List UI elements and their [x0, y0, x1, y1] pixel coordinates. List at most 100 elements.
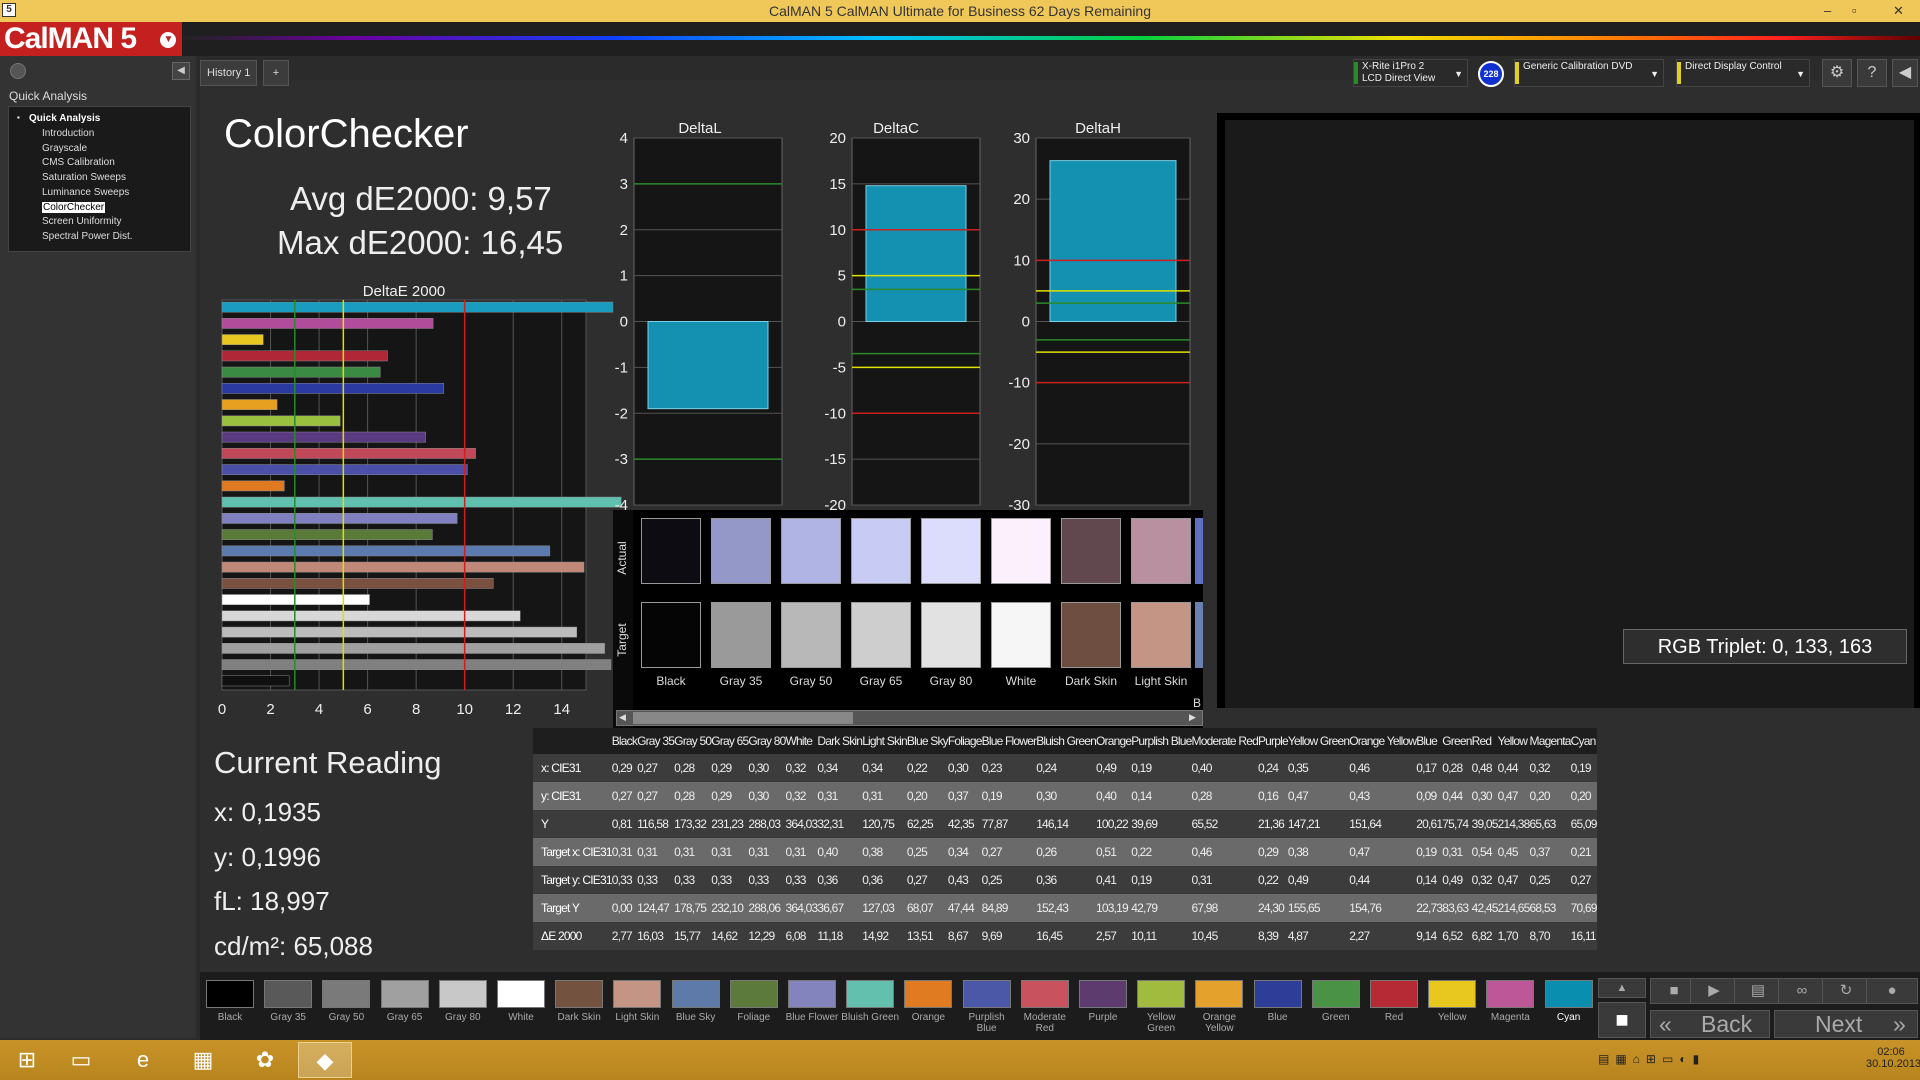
gamut-chart-area [1225, 120, 1914, 708]
target-patch[interactable] [711, 602, 771, 668]
actual-patch[interactable] [1061, 518, 1121, 584]
stop-measure-button[interactable]: ■ [1598, 1002, 1646, 1038]
table-cell: 1,70 [1497, 922, 1530, 950]
calman-taskbar-icon[interactable]: ◆ [298, 1042, 352, 1078]
internet-explorer-icon[interactable]: e [116, 1042, 170, 1078]
play-icon[interactable]: ▶ [1690, 978, 1738, 1004]
bottom-swatch-button[interactable] [1020, 980, 1069, 1008]
clock[interactable]: 02:06 30.10.2013 [1866, 1046, 1920, 1070]
bottom-swatch-label: Red [1384, 1012, 1404, 1023]
bottom-swatch-button[interactable] [846, 980, 895, 1008]
bottom-swatch-button[interactable] [1253, 980, 1302, 1008]
table-cell: 364,03 [785, 810, 818, 838]
target-patch[interactable] [1131, 602, 1191, 668]
table-column-header: Foliage [947, 728, 982, 754]
actual-patch[interactable] [711, 518, 771, 584]
table-cell: 10,11 [1131, 922, 1192, 950]
back-button[interactable]: « Back [1650, 1010, 1770, 1038]
save-icon[interactable]: ▤ [1734, 978, 1782, 1004]
target-patch[interactable] [781, 602, 841, 668]
delta-tick-label: 2 [620, 222, 628, 239]
bottom-swatch-button[interactable] [1195, 980, 1244, 1008]
bottom-swatch-button[interactable] [904, 980, 953, 1008]
next-button[interactable]: Next » [1774, 1010, 1918, 1038]
delta-bar [647, 321, 769, 410]
actual-patch[interactable] [921, 518, 981, 584]
de2000-bar [221, 626, 578, 638]
de2000-bar [221, 496, 622, 508]
target-patch[interactable] [921, 602, 981, 668]
actual-patch[interactable] [851, 518, 911, 584]
table-cell: 0,47 [1349, 838, 1417, 866]
bottom-swatch-button[interactable] [264, 980, 313, 1008]
table-cell: 0,22 [1257, 866, 1288, 894]
control-panel-icon[interactable]: ✿ [238, 1042, 292, 1078]
table-cell: 147,21 [1287, 810, 1350, 838]
bottom-swatch-button[interactable] [497, 980, 545, 1008]
table-cell: 0,26 [1036, 838, 1096, 866]
actual-patch[interactable] [641, 518, 701, 584]
de2000-bar [221, 610, 521, 622]
windows-start-icon[interactable]: ⊞ [0, 1042, 54, 1078]
table-cell: 0,44 [1349, 866, 1417, 894]
scroll-left-icon[interactable]: ◀ [619, 712, 629, 724]
bottom-swatch-button[interactable] [613, 980, 662, 1008]
record-icon[interactable]: ● [1866, 978, 1918, 1004]
target-patch[interactable] [851, 602, 911, 668]
table-column-header: Red [1471, 728, 1498, 754]
patch-label: Light Skin [1134, 674, 1188, 688]
table-column-header: Gray 65 [711, 728, 749, 754]
table-column-header: Black [611, 728, 638, 754]
bottom-swatch-button[interactable] [438, 980, 487, 1008]
bottom-swatch-button[interactable] [1428, 980, 1477, 1008]
file-explorer-icon[interactable]: ▭ [54, 1042, 108, 1078]
horizontal-scrollbar[interactable]: ◀ ▶ [616, 710, 1203, 726]
actual-patch[interactable] [991, 518, 1051, 584]
target-patch[interactable] [641, 602, 701, 668]
tray-icons[interactable]: ▤▦⌂⊞▭◐▮ [1598, 1052, 1705, 1066]
scrollbar-thumb[interactable] [633, 712, 853, 724]
bottom-swatch-button[interactable] [380, 980, 429, 1008]
table-cell: 0,27 [637, 782, 675, 810]
target-patch[interactable] [1061, 602, 1121, 668]
table-column-header: Light Skin [862, 728, 908, 754]
calculator-icon[interactable]: ▦ [176, 1042, 230, 1078]
table-cell: 214,65 [1497, 894, 1530, 922]
bottom-swatch-button[interactable] [1544, 980, 1593, 1008]
table-corner [533, 728, 612, 754]
target-patch[interactable] [991, 602, 1051, 668]
table-cell: 0,28 [674, 782, 712, 810]
bottom-swatch-button[interactable] [962, 980, 1011, 1008]
table-cell: 0,46 [1191, 838, 1258, 866]
bottom-swatch-button[interactable] [555, 980, 604, 1008]
bottom-swatch-button[interactable] [322, 980, 371, 1008]
de2000-bar [221, 513, 458, 524]
table-cell: 8,67 [947, 922, 982, 950]
refresh-icon[interactable]: ↻ [1822, 978, 1870, 1004]
bottom-swatch-button[interactable] [1311, 980, 1360, 1008]
bottom-swatch-button[interactable] [1079, 980, 1127, 1008]
delta-chart-title: DeltaL [678, 120, 721, 137]
table-cell: 68,53 [1529, 894, 1571, 922]
table-cell: 0,46 [1349, 754, 1417, 782]
bottom-swatch-button[interactable] [729, 980, 778, 1008]
table-column-header: Gray 80 [748, 728, 786, 754]
loop-icon[interactable]: ∞ [1778, 978, 1826, 1004]
table-cell: 0,40 [817, 838, 863, 866]
bottom-swatch-button[interactable] [1486, 980, 1535, 1008]
table-row: ΔE 2000 2,77 16,03 15,77 14,62 12,29 6,08 11,18… [533, 922, 1597, 950]
data-table: Black Gray 35 Gray 50 Gray 65 Gray 80 White Da… [533, 728, 1597, 958]
table-cell: 103,19 [1095, 894, 1132, 922]
table-cell: 127,03 [862, 894, 907, 922]
actual-patch[interactable] [781, 518, 841, 584]
scroll-up-icon[interactable]: ▲ [1598, 978, 1646, 998]
scroll-right-icon[interactable]: ▶ [1189, 712, 1199, 724]
bottom-swatch-button[interactable] [206, 980, 254, 1008]
bottom-swatch-button[interactable] [788, 980, 836, 1008]
bottom-swatch-button[interactable] [1370, 980, 1418, 1008]
bottom-swatch-button[interactable] [671, 980, 720, 1008]
table-cell: 151,64 [1349, 810, 1417, 838]
actual-patch[interactable] [1131, 518, 1191, 584]
bottom-swatch-button[interactable] [1137, 980, 1186, 1008]
table-cell: 0,28 [674, 754, 712, 782]
